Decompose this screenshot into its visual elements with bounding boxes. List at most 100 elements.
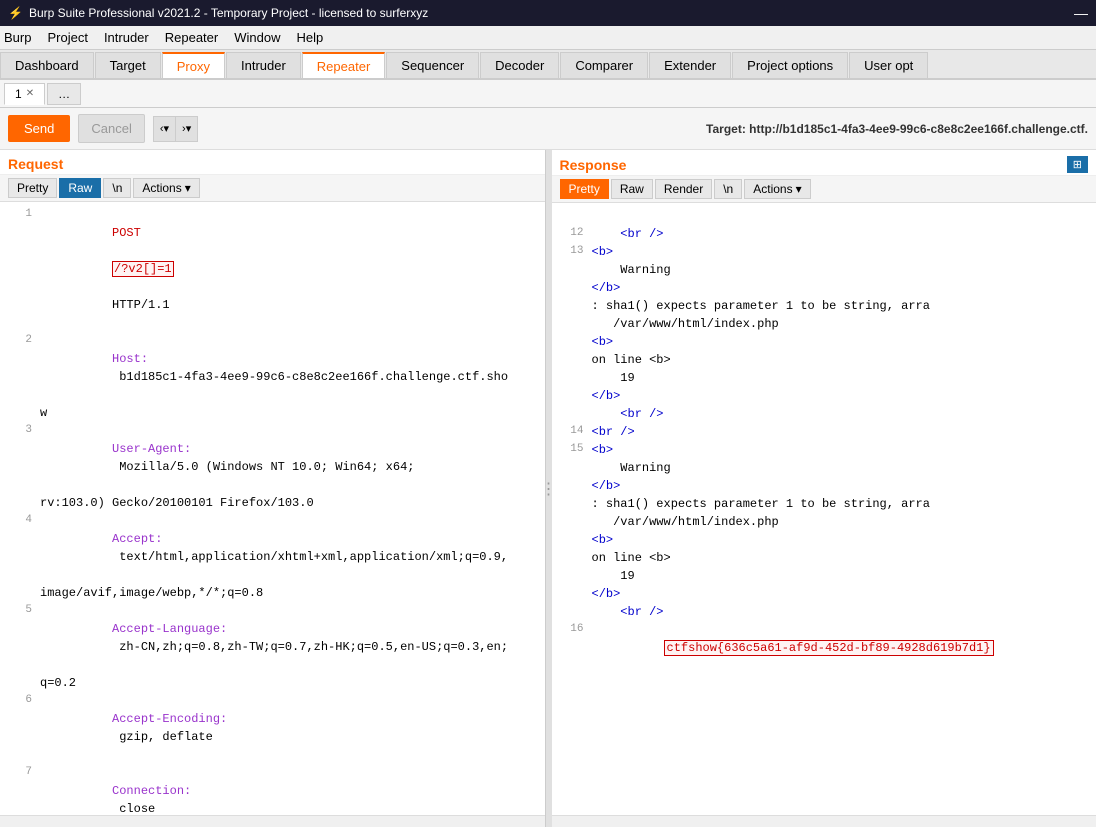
request-line-5: 5 Accept-Language: zh-CN,zh;q=0.8,zh-TW;…	[0, 602, 545, 674]
menu-project[interactable]: Project	[47, 30, 87, 45]
response-line-warning1: Warning	[552, 261, 1096, 279]
response-line-12: 12 <br />	[552, 225, 1096, 243]
tab-sequencer[interactable]: Sequencer	[386, 52, 479, 78]
response-line-path1: /var/www/html/index.php	[552, 315, 1096, 333]
menu-help[interactable]: Help	[296, 30, 323, 45]
menu-bar: Burp Project Intruder Repeater Window He…	[0, 26, 1096, 50]
response-line-br1: <br />	[552, 405, 1096, 423]
window-title: Burp Suite Professional v2021.2 - Tempor…	[29, 6, 428, 20]
actions-chevron-icon: ▾	[796, 182, 802, 196]
cancel-button[interactable]: Cancel	[78, 114, 144, 143]
line-num: 4	[8, 512, 32, 584]
request-code-area[interactable]: 1 POST /?v2[]=1 HTTP/1.1 2 Host: b1d185c…	[0, 202, 545, 815]
response-tab-actions[interactable]: Actions ▾	[744, 179, 810, 199]
send-button[interactable]: Send	[8, 115, 70, 142]
response-panel: Response ⊞ Pretty Raw Render \n Actions …	[552, 150, 1096, 827]
response-line-sha1-1: : sha1() expects parameter 1 to be strin…	[552, 297, 1096, 315]
response-line-empty	[552, 207, 1096, 225]
response-title: Response	[560, 157, 1063, 173]
repeater-tab-1[interactable]: 1 ✕	[4, 83, 45, 105]
line-num: 7	[8, 764, 32, 815]
response-line-19b: 19	[552, 567, 1096, 585]
line-num: 1	[8, 206, 32, 332]
request-line-7: 7 Connection: close	[0, 764, 545, 815]
lightning-icon: ⚡	[8, 6, 23, 20]
response-tab-pretty[interactable]: Pretty	[560, 179, 609, 199]
request-scrollbar-h[interactable]	[0, 815, 545, 827]
target-label: Target: http://b1d185c1-4fa3-4ee9-99c6-c…	[706, 122, 1088, 136]
nav-fwd-button[interactable]: ›▾	[175, 116, 198, 142]
request-header: Request	[0, 150, 545, 175]
nav-back-button[interactable]: ‹▾	[153, 116, 175, 142]
more-tabs-label: …	[58, 87, 70, 101]
response-code-area[interactable]: 12 <br /> 13 <b> Warning </b> : sha1() e…	[552, 203, 1096, 815]
request-tab-newline[interactable]: \n	[103, 178, 131, 198]
response-scrollbar-h[interactable]	[552, 815, 1096, 827]
response-line-b4: <b>	[552, 531, 1096, 549]
response-line-sha1-2: : sha1() expects parameter 1 to be strin…	[552, 495, 1096, 513]
repeater-tab-1-label: 1	[15, 87, 22, 101]
response-line-online2: on line <b>	[552, 549, 1096, 567]
tab-decoder[interactable]: Decoder	[480, 52, 559, 78]
line-num	[8, 584, 32, 602]
response-view-tabs: Pretty Raw Render \n Actions ▾	[552, 176, 1096, 203]
tab-intruder[interactable]: Intruder	[226, 52, 301, 78]
response-line-closeb4: </b>	[552, 585, 1096, 603]
tab-target[interactable]: Target	[95, 52, 161, 78]
tab-dashboard[interactable]: Dashboard	[0, 52, 94, 78]
request-line-4: 4 Accept: text/html,application/xhtml+xm…	[0, 512, 545, 584]
http-version: HTTP/1.1	[112, 298, 170, 312]
response-line-path2: /var/www/html/index.php	[552, 513, 1096, 531]
request-line-3: 3 User-Agent: Mozilla/5.0 (Windows NT 10…	[0, 422, 545, 494]
http-method: POST	[112, 226, 141, 240]
response-tab-raw[interactable]: Raw	[611, 179, 653, 199]
request-tab-raw[interactable]: Raw	[59, 178, 101, 198]
response-line-closeb3: </b>	[552, 477, 1096, 495]
request-panel: Request Pretty Raw \n Actions ▾ 1 POST /…	[0, 150, 546, 827]
title-bar: ⚡ Burp Suite Professional v2021.2 - Temp…	[0, 0, 1096, 26]
response-line-19a: 19	[552, 369, 1096, 387]
tab-comparer[interactable]: Comparer	[560, 52, 648, 78]
response-tab-render[interactable]: Render	[655, 179, 712, 199]
close-tab-1-icon[interactable]: ✕	[26, 88, 34, 99]
tab-extender[interactable]: Extender	[649, 52, 731, 78]
menu-intruder[interactable]: Intruder	[104, 30, 149, 45]
line-num: 5	[8, 602, 32, 674]
main-tab-bar: Dashboard Target Proxy Intruder Repeater…	[0, 50, 1096, 80]
http-path: /?v2[]=1	[112, 261, 174, 277]
line-num: 3	[8, 422, 32, 494]
request-view-tabs: Pretty Raw \n Actions ▾	[0, 175, 545, 202]
tab-repeater[interactable]: Repeater	[302, 52, 385, 78]
request-line-2: 2 Host: b1d185c1-4fa3-4ee9-99c6-c8e8c2ee…	[0, 332, 545, 404]
request-title: Request	[8, 156, 537, 172]
menu-repeater[interactable]: Repeater	[165, 30, 218, 45]
repeater-tab-more[interactable]: …	[47, 83, 81, 105]
response-tab-newline[interactable]: \n	[714, 179, 742, 199]
request-line-1: 1 POST /?v2[]=1 HTTP/1.1	[0, 206, 545, 332]
line-content: Host: b1d185c1-4fa3-4ee9-99c6-c8e8c2ee16…	[40, 332, 537, 404]
repeater-tab-bar: 1 ✕ …	[0, 80, 1096, 108]
response-line-13: 13 <b>	[552, 243, 1096, 261]
response-header: Response ⊞	[552, 150, 1096, 176]
main-content: Request Pretty Raw \n Actions ▾ 1 POST /…	[0, 150, 1096, 827]
request-tab-actions[interactable]: Actions ▾	[133, 178, 199, 198]
tab-project-options[interactable]: Project options	[732, 52, 848, 78]
menu-window[interactable]: Window	[234, 30, 280, 45]
tab-proxy[interactable]: Proxy	[162, 52, 225, 78]
menu-burp[interactable]: Burp	[4, 30, 31, 45]
request-tab-pretty[interactable]: Pretty	[8, 178, 57, 198]
request-line-6: 6 Accept-Encoding: gzip, deflate	[0, 692, 545, 764]
line-num: 2	[8, 332, 32, 404]
response-line-online1: on line <b>	[552, 351, 1096, 369]
tab-user-options[interactable]: User opt	[849, 52, 928, 78]
request-line-2cont: w	[0, 404, 545, 422]
request-line-3cont: rv:103.0) Gecko/20100101 Firefox/103.0	[0, 494, 545, 512]
toggle-layout-button[interactable]: ⊞	[1067, 156, 1088, 173]
ctf-flag: ctfshow{636c5a61-af9d-452d-bf89-4928d619…	[664, 640, 994, 656]
line-content: POST /?v2[]=1 HTTP/1.1	[40, 206, 537, 332]
line-num	[8, 674, 32, 692]
response-line-warning2: Warning	[552, 459, 1096, 477]
request-line-4cont: image/avif,image/webp,*/*;q=0.8	[0, 584, 545, 602]
line-num	[8, 494, 32, 512]
minimize-button[interactable]: —	[1074, 5, 1088, 21]
